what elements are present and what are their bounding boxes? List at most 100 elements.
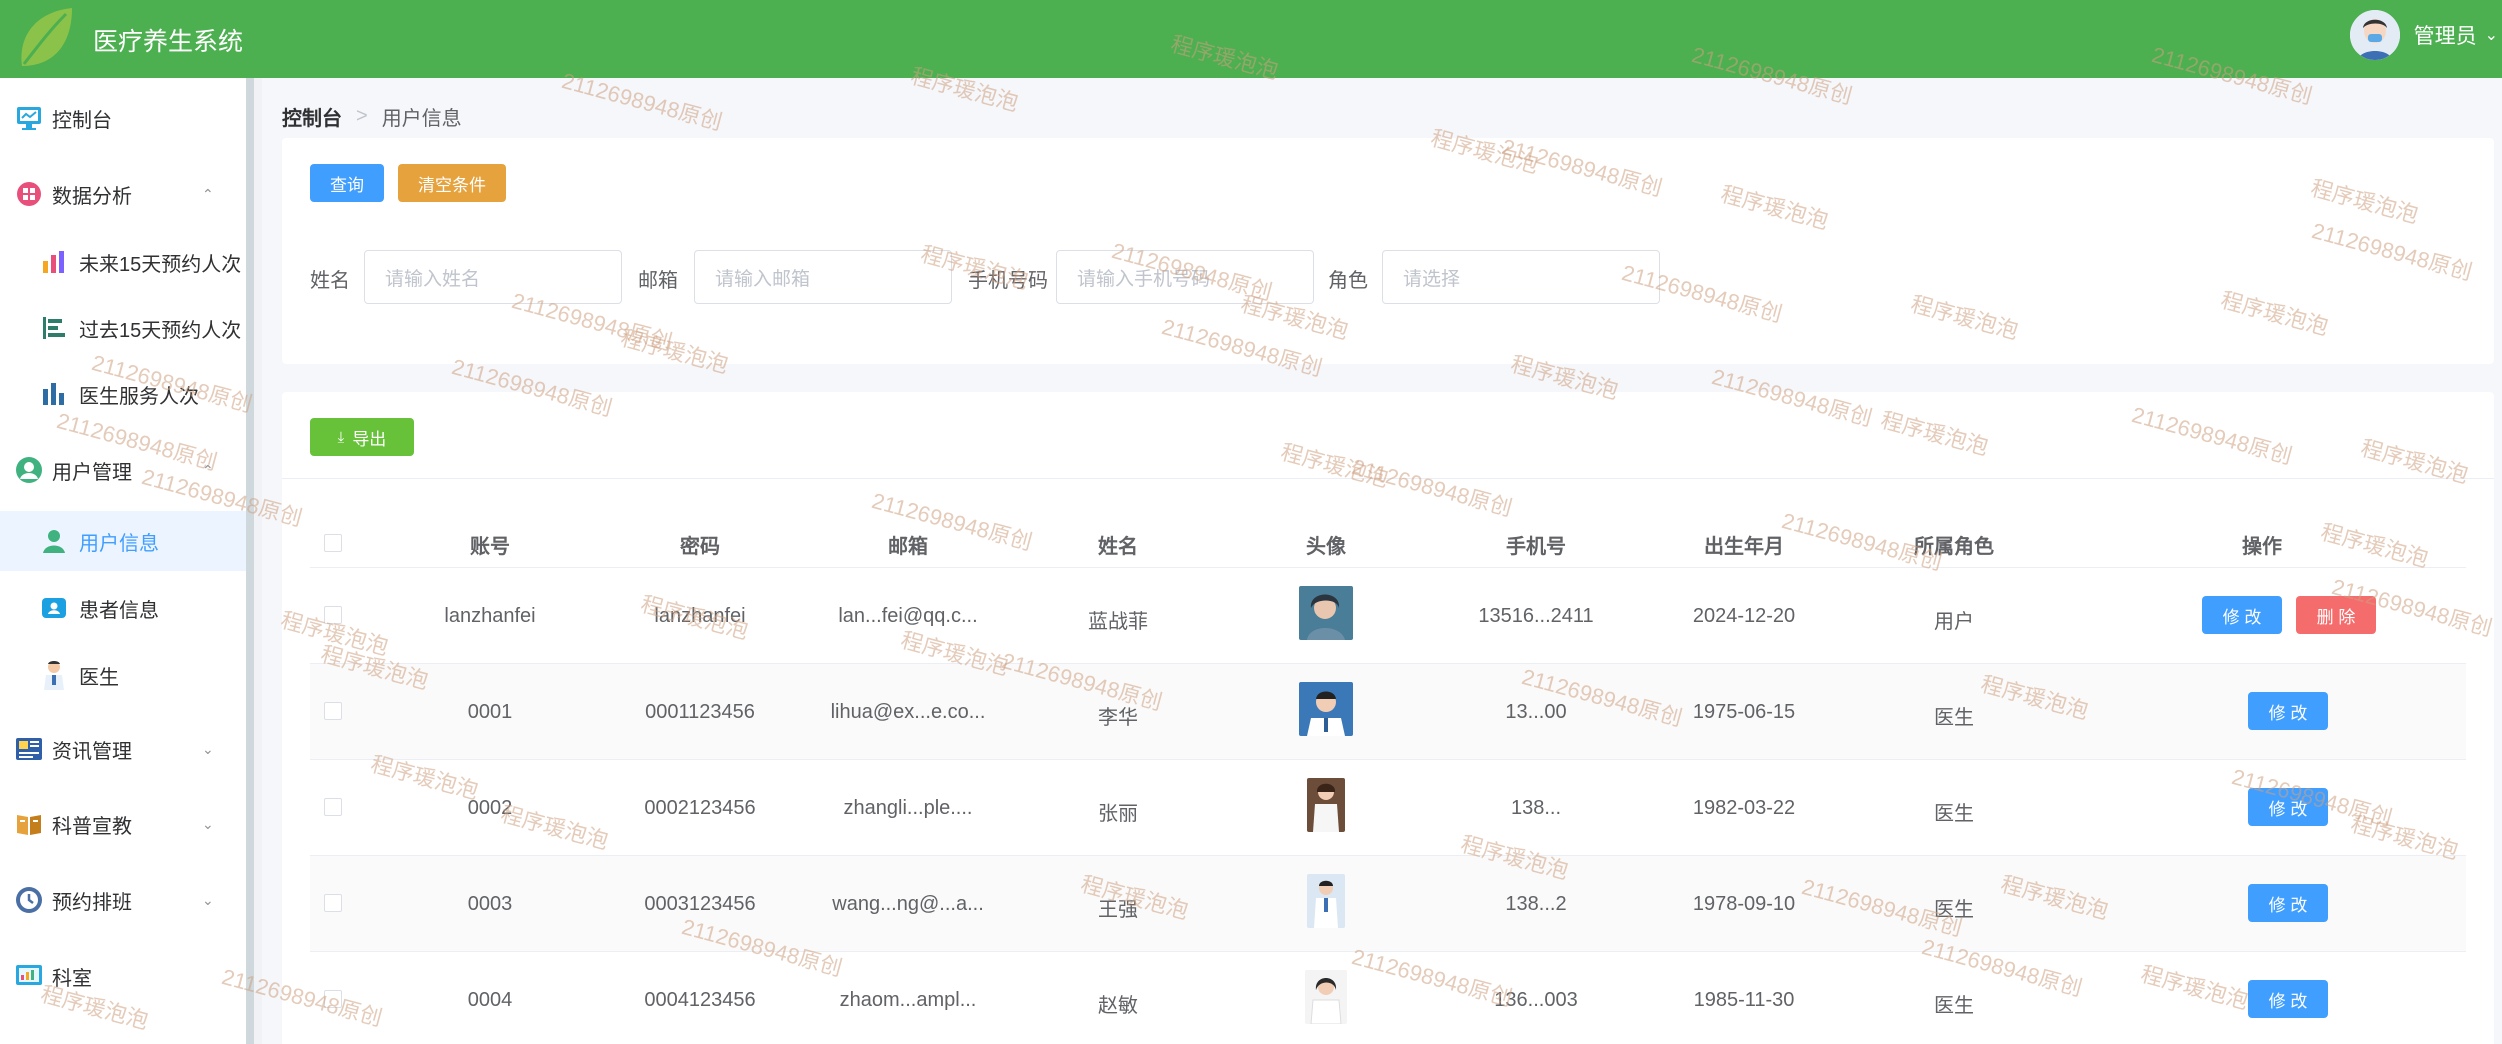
avatar[interactable] <box>1305 970 1347 1024</box>
header-account[interactable]: 账号 <box>470 530 510 559</box>
admin-avatar[interactable] <box>2349 10 2400 60</box>
breadcrumb-home[interactable]: 控制台 <box>282 102 342 131</box>
avatar[interactable] <box>1299 682 1353 736</box>
sidebar-item-label: 科普宣教 <box>52 815 132 838</box>
header-password[interactable]: 密码 <box>680 530 720 559</box>
breadcrumb-separator-icon: > <box>356 105 368 127</box>
sidebar-item-future-15-days[interactable]: 未来15天预约人次 <box>0 232 246 292</box>
header-actions: 操作 <box>2242 536 2282 558</box>
chevron-up-icon: ⌃ <box>202 461 214 478</box>
header-role[interactable]: 所属角色 <box>1914 530 1994 559</box>
leaf-logo-icon <box>21 8 72 66</box>
avatar[interactable] <box>1307 874 1345 928</box>
phone-label: 手机号码 <box>968 270 1048 292</box>
sidebar-item-science-education[interactable]: 科普宣教 ⌄ <box>0 794 246 854</box>
user-table-panel: ⤓ 导出 账号 密码 邮箱 姓名 头像 手机号 出生年月 所属角色 操作 lan… <box>282 392 2494 1044</box>
export-label: 导出 <box>352 429 387 449</box>
header-name[interactable]: 姓名 <box>1098 530 1138 559</box>
schedule-icon <box>14 885 44 915</box>
admin-name[interactable]: 管理员 <box>2414 20 2477 50</box>
sidebar-item-label: 资讯管理 <box>52 740 132 763</box>
chevron-down-icon: ⌄ <box>202 815 214 832</box>
news-icon <box>14 734 44 764</box>
doctor-icon <box>40 661 68 690</box>
row-checkbox[interactable] <box>324 798 342 816</box>
cell-name: 张丽 <box>1098 803 1138 825</box>
header-email[interactable]: 邮箱 <box>888 530 928 559</box>
sidebar-item-doctor-service[interactable]: 医生服务人次 <box>0 364 246 424</box>
header-avatar[interactable]: 头像 <box>1306 530 1346 559</box>
query-button[interactable]: 查询 <box>310 164 384 202</box>
sidebar-item-data-analysis[interactable]: 数据分析 ⌃ <box>0 164 246 224</box>
sidebar-item-doctor[interactable]: 医生 <box>0 645 246 705</box>
cell-role: 医生 <box>1934 899 1974 921</box>
top-header: 医疗养生系统 管理员 ⌄ <box>0 0 2502 78</box>
select-all-checkbox[interactable] <box>324 534 342 552</box>
sidebar-item-department[interactable]: 科室 <box>0 946 246 1006</box>
sidebar-item-label: 控制台 <box>52 109 112 132</box>
role-label: 角色 <box>1328 270 1368 292</box>
main-content: 控制台 > 用户信息 查询 清空条件 姓名 请输入姓名 邮箱 请输入邮箱 手机号… <box>262 78 2502 1044</box>
row-checkbox[interactable] <box>324 606 342 624</box>
chevron-up-icon: ⌃ <box>202 185 214 202</box>
sidebar: 控制台 数据分析 ⌃ 未来15天预约人次 过去15天预约人次 医生服务人次 用户… <box>0 78 254 1044</box>
cell-email: lihua@ex...e.co... <box>830 701 986 723</box>
table-row: 0003 0003123456 wang...ng@...a... 王强 138… <box>310 856 2466 952</box>
bar-chart-icon <box>40 248 68 276</box>
user-menu[interactable]: 管理员 ⌄ <box>2349 10 2502 60</box>
email-label: 邮箱 <box>638 270 678 292</box>
sidebar-item-label: 数据分析 <box>52 185 132 208</box>
edit-button[interactable]: 修 改 <box>2248 692 2328 730</box>
cell-account: 0004 <box>467 989 513 1011</box>
edit-button[interactable]: 修 改 <box>2202 596 2282 634</box>
sidebar-item-label: 医生 <box>79 666 119 689</box>
delete-button[interactable]: 删 除 <box>2296 596 2376 634</box>
sidebar-item-past-15-days[interactable]: 过去15天预约人次 <box>0 298 246 358</box>
edit-button[interactable]: 修 改 <box>2248 884 2328 922</box>
list-chart-icon <box>40 314 68 342</box>
export-button[interactable]: ⤓ 导出 <box>310 418 414 456</box>
divider <box>282 478 2494 479</box>
sidebar-item-patient-info[interactable]: 患者信息 <box>0 578 246 638</box>
cell-phone: 13516...2411 <box>1478 605 1594 627</box>
cell-account: 0003 <box>467 893 513 915</box>
chevron-down-icon[interactable]: ⌄ <box>2485 25 2498 45</box>
avatar[interactable] <box>1299 586 1353 640</box>
sidebar-item-label: 用户管理 <box>52 461 132 484</box>
cell-password: 0004123456 <box>644 989 756 1011</box>
avatar[interactable] <box>1307 778 1345 832</box>
email-input[interactable]: 请输入邮箱 <box>694 250 952 304</box>
sidebar-item-user-management[interactable]: 用户管理 ⌃ <box>0 440 246 500</box>
sidebar-item-user-info[interactable]: 用户信息 <box>0 511 246 571</box>
sidebar-item-dashboard[interactable]: 控制台 <box>0 88 246 148</box>
app-title: 医疗养生系统 <box>93 28 244 56</box>
sidebar-item-appointment-schedule[interactable]: 预约排班 ⌄ <box>0 870 246 930</box>
cell-phone: 138...2 <box>1505 893 1567 915</box>
breadcrumb-current: 用户信息 <box>381 108 462 130</box>
sidebar-item-label: 过去15天预约人次 <box>79 319 242 342</box>
row-checkbox[interactable] <box>324 990 342 1008</box>
chart-grid-icon <box>14 179 44 209</box>
header-phone[interactable]: 手机号 <box>1506 530 1566 559</box>
edit-button[interactable]: 修 改 <box>2248 980 2328 1018</box>
cell-birth: 1975-06-15 <box>1692 701 1796 723</box>
cell-password: lanzhanfei <box>654 605 746 627</box>
sidebar-item-label: 医生服务人次 <box>79 385 199 408</box>
cell-name: 王强 <box>1098 899 1138 921</box>
row-checkbox[interactable] <box>324 894 342 912</box>
row-checkbox[interactable] <box>324 702 342 720</box>
header-birth[interactable]: 出生年月 <box>1704 530 1784 559</box>
cell-phone: 13...00 <box>1505 701 1567 723</box>
cell-password: 0002123456 <box>644 797 756 819</box>
sidebar-item-news-management[interactable]: 资讯管理 ⌄ <box>0 719 246 779</box>
clear-conditions-button[interactable]: 清空条件 <box>398 164 506 202</box>
cell-name: 李华 <box>1098 707 1138 729</box>
cell-email: zhaom...ampl... <box>839 989 977 1011</box>
cell-birth: 1982-03-22 <box>1692 797 1796 819</box>
user-icon <box>40 527 68 555</box>
name-input[interactable]: 请输入姓名 <box>364 250 622 304</box>
role-select[interactable]: 请选择 <box>1382 250 1660 304</box>
edit-button[interactable]: 修 改 <box>2248 788 2328 826</box>
phone-input[interactable]: 请输入手机号码 <box>1056 250 1314 304</box>
cell-phone: 136...003 <box>1494 989 1578 1011</box>
